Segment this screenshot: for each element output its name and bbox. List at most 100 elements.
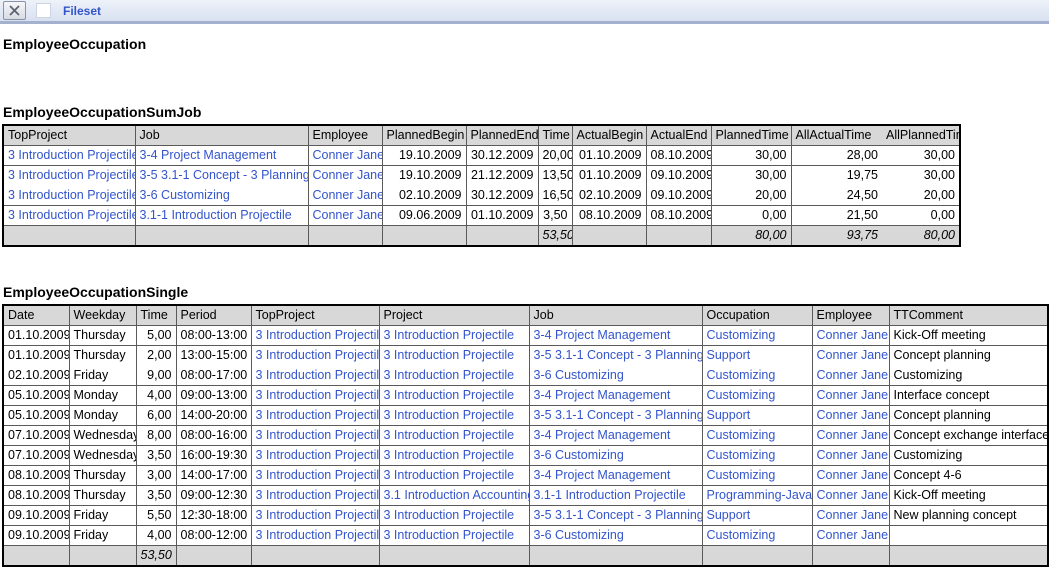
cell-link[interactable]: 3 Introduction Projectile bbox=[379, 506, 529, 526]
cell: Kick-Off meeting bbox=[889, 486, 1048, 506]
cell-link[interactable]: 3-4 Project Management bbox=[529, 426, 702, 446]
cell-link[interactable]: 3 Introduction Projectile bbox=[251, 366, 379, 386]
table-row: 01.10.2009Thursday5,0008:00-13:003 Intro… bbox=[3, 326, 1048, 346]
cell-link[interactable]: Conner Jane bbox=[812, 386, 889, 406]
cell-link[interactable]: Customizing bbox=[702, 526, 812, 546]
cell-link[interactable]: 3 Introduction Projectile bbox=[251, 466, 379, 486]
cell-link[interactable]: Support bbox=[702, 346, 812, 366]
column-header: Date bbox=[3, 305, 69, 326]
cell bbox=[572, 226, 646, 247]
cell-link[interactable]: Programming-Java bbox=[702, 486, 812, 506]
cell-link[interactable]: Customizing bbox=[702, 366, 812, 386]
cell-link[interactable]: Conner Jane bbox=[812, 406, 889, 426]
cell-link[interactable]: 3-6 Customizing bbox=[135, 186, 308, 206]
cell-link[interactable]: 3 Introduction Projectile bbox=[251, 446, 379, 466]
cell-link[interactable]: Conner Jane bbox=[812, 366, 889, 386]
cell-link[interactable]: 3-4 Project Management bbox=[529, 466, 702, 486]
cell-link[interactable]: Conner Jane bbox=[812, 526, 889, 546]
cell-link[interactable]: 3 Introduction Projectile bbox=[3, 206, 135, 226]
column-header: Project bbox=[379, 305, 529, 326]
cell-link[interactable]: 3-5 3.1-1 Concept - 3 Planning bbox=[529, 346, 702, 366]
cell: 09.10.2009 bbox=[3, 506, 69, 526]
cell-link[interactable]: 3.1 Introduction Accounting bbox=[379, 486, 529, 506]
close-button[interactable] bbox=[3, 1, 26, 20]
cell-link[interactable]: 3 Introduction Projectile bbox=[379, 366, 529, 386]
cell-link[interactable]: 3 Introduction Projectile bbox=[251, 526, 379, 546]
column-header: Job bbox=[135, 125, 308, 146]
cell-link[interactable]: 3-5 3.1-1 Concept - 3 Planning bbox=[135, 166, 308, 186]
sum-table: TopProject Job Employee PlannedBegin Pla… bbox=[2, 124, 961, 247]
cell-link[interactable]: 3 Introduction Projectile bbox=[379, 446, 529, 466]
cell-link[interactable]: Conner Jane bbox=[812, 486, 889, 506]
cell-link[interactable]: 3-5 3.1-1 Concept - 3 Planning bbox=[529, 406, 702, 426]
cell-link[interactable]: 3.1-1 Introduction Projectile bbox=[529, 486, 702, 506]
cell: 0,00 bbox=[882, 206, 960, 226]
column-header: TTComment bbox=[889, 305, 1048, 326]
cell-link[interactable]: Customizing bbox=[702, 326, 812, 346]
cell-link[interactable]: Conner Jane bbox=[308, 206, 382, 226]
cell-link[interactable]: Customizing bbox=[702, 466, 812, 486]
cell: 21,50 bbox=[791, 206, 882, 226]
cell: Wednesday bbox=[69, 446, 136, 466]
cell: 08.10.2009 bbox=[646, 206, 711, 226]
cell-link[interactable]: 3 Introduction Projectile bbox=[379, 386, 529, 406]
cell-link[interactable]: Conner Jane bbox=[812, 446, 889, 466]
table-row: 07.10.2009Wednesday8,0008:00-16:003 Intr… bbox=[3, 426, 1048, 446]
cell-link[interactable]: 3 Introduction Projectile bbox=[251, 506, 379, 526]
cell-link[interactable]: Customizing bbox=[702, 386, 812, 406]
cell-link[interactable]: 3 Introduction Projectile bbox=[251, 406, 379, 426]
cell: Friday bbox=[69, 506, 136, 526]
cell-link[interactable]: 3 Introduction Projectile bbox=[251, 426, 379, 446]
cell-link[interactable]: Conner Jane bbox=[812, 326, 889, 346]
cell: 4,00 bbox=[136, 386, 176, 406]
cell-link[interactable]: 3-6 Customizing bbox=[529, 366, 702, 386]
cell-link[interactable]: 3 Introduction Projectile bbox=[379, 526, 529, 546]
cell-link[interactable]: 3 Introduction Projectile bbox=[251, 386, 379, 406]
column-header: Period bbox=[176, 305, 251, 326]
cell-link[interactable]: Conner Jane bbox=[812, 426, 889, 446]
cell-link[interactable]: 3.1-1 Introduction Projectile bbox=[135, 206, 308, 226]
fileset-tab-label[interactable]: Fileset bbox=[63, 4, 101, 18]
cell-link[interactable]: 3 Introduction Projectile bbox=[379, 466, 529, 486]
cell-link[interactable]: 3 Introduction Projectile bbox=[3, 166, 135, 186]
cell-link[interactable]: 3-6 Customizing bbox=[529, 526, 702, 546]
cell: 6,00 bbox=[136, 406, 176, 426]
cell: 12:30-18:00 bbox=[176, 506, 251, 526]
cell-link[interactable]: 3 Introduction Projectile bbox=[379, 326, 529, 346]
cell-link[interactable]: Conner Jane bbox=[308, 146, 382, 166]
cell-link[interactable]: 3 Introduction Projectile bbox=[251, 486, 379, 506]
cell-link[interactable]: Customizing bbox=[702, 446, 812, 466]
cell-link[interactable]: Customizing bbox=[702, 426, 812, 446]
cell: 09:00-13:00 bbox=[176, 386, 251, 406]
cell: 5,00 bbox=[136, 326, 176, 346]
cell-link[interactable]: 3-5 3.1-1 Concept - 3 Planning bbox=[529, 506, 702, 526]
cell-link[interactable]: 3 Introduction Projectile bbox=[3, 146, 135, 166]
cell-link[interactable]: Conner Jane bbox=[812, 346, 889, 366]
cell-link[interactable]: 3 Introduction Projectile bbox=[251, 346, 379, 366]
cell-link[interactable]: Support bbox=[702, 406, 812, 426]
cell-link[interactable]: 3-4 Project Management bbox=[135, 146, 308, 166]
cell-link[interactable]: 3-4 Project Management bbox=[529, 326, 702, 346]
cell: 93,75 bbox=[791, 226, 882, 247]
document-icon[interactable] bbox=[36, 3, 51, 18]
cell-link[interactable]: 3 Introduction Projectile bbox=[3, 186, 135, 206]
cell bbox=[135, 226, 308, 247]
column-header: PlannedBegin bbox=[382, 125, 466, 146]
cell-link[interactable]: Conner Jane bbox=[812, 466, 889, 486]
cell-link[interactable]: 3 Introduction Projectile bbox=[251, 326, 379, 346]
column-header: TopProject bbox=[3, 125, 135, 146]
table-row: 08.10.2009Thursday3,0014:00-17:003 Intro… bbox=[3, 466, 1048, 486]
cell-link[interactable]: 3-6 Customizing bbox=[529, 446, 702, 466]
cell-link[interactable]: 3 Introduction Projectile bbox=[379, 426, 529, 446]
cell-link[interactable]: Conner Jane bbox=[308, 166, 382, 186]
cell-link[interactable]: 3 Introduction Projectile bbox=[379, 406, 529, 426]
cell-link[interactable]: Support bbox=[702, 506, 812, 526]
cell-link[interactable]: Conner Jane bbox=[812, 506, 889, 526]
cell-link[interactable]: 3-4 Project Management bbox=[529, 386, 702, 406]
cell: 16:00-19:30 bbox=[176, 446, 251, 466]
cell-link[interactable]: Conner Jane bbox=[308, 186, 382, 206]
cell-link[interactable]: 3 Introduction Projectile bbox=[379, 346, 529, 366]
cell: 19.10.2009 bbox=[382, 146, 466, 166]
cell: 05.10.2009 bbox=[3, 386, 69, 406]
column-header: ActualBegin bbox=[572, 125, 646, 146]
